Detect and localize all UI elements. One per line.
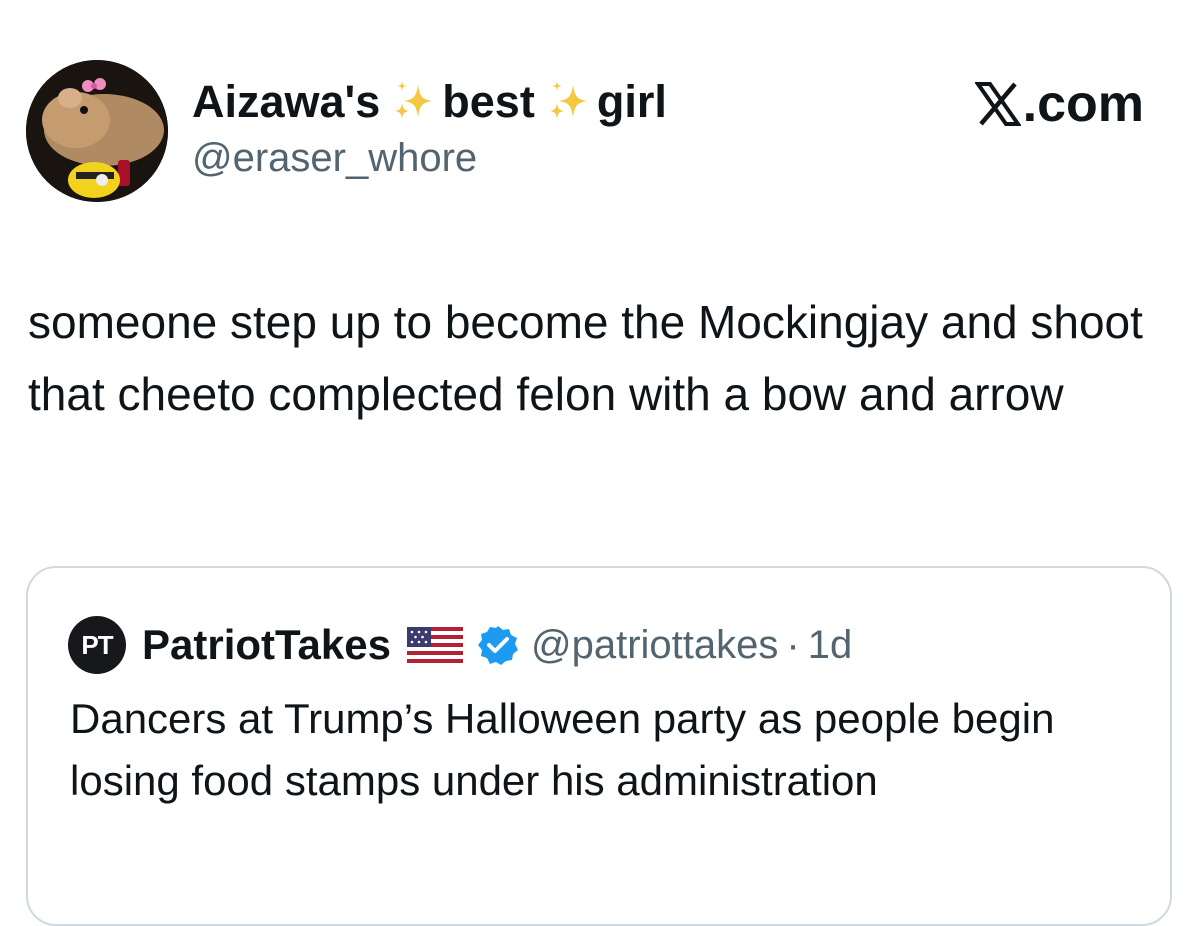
rat-with-pink-bow-avatar xyxy=(26,60,168,202)
verified-badge-icon xyxy=(477,624,519,666)
author-avatar[interactable] xyxy=(26,60,168,202)
site-label: .com xyxy=(974,74,1144,134)
quoted-tweet-header: PT PatriotTakes @patriottakes · 1d xyxy=(68,616,852,674)
quoted-author-name[interactable]: PatriotTakes xyxy=(142,621,391,669)
us-flag-icon xyxy=(407,627,463,663)
quoted-tweet-card[interactable]: PT PatriotTakes @patriottakes · 1d Dance… xyxy=(26,566,1172,926)
display-name-part-1: Aizawa's xyxy=(192,76,381,127)
quoted-author-avatar[interactable]: PT xyxy=(68,616,126,674)
author-display-name[interactable]: Aizawa's best girl xyxy=(192,76,667,128)
tweet-text: someone step up to become the Mockingjay… xyxy=(28,296,1143,420)
sparkles-icon xyxy=(390,79,436,125)
sparkles-icon xyxy=(545,79,591,125)
header-separator: · xyxy=(786,622,800,667)
quoted-tweet-text: Dancers at Trump’s Halloween party as pe… xyxy=(70,695,1055,804)
x-logo-icon xyxy=(974,81,1021,127)
display-name-part-3: girl xyxy=(596,76,667,127)
quoted-tweet-time[interactable]: 1d xyxy=(808,623,853,668)
quoted-author-handle[interactable]: @patriottakes xyxy=(531,623,778,668)
author-handle[interactable]: @eraser_whore xyxy=(192,134,667,182)
site-label-text: .com xyxy=(1022,75,1144,133)
display-name-part-2: best xyxy=(442,76,535,127)
author-info: Aizawa's best girl @eraser_whore xyxy=(192,76,667,182)
